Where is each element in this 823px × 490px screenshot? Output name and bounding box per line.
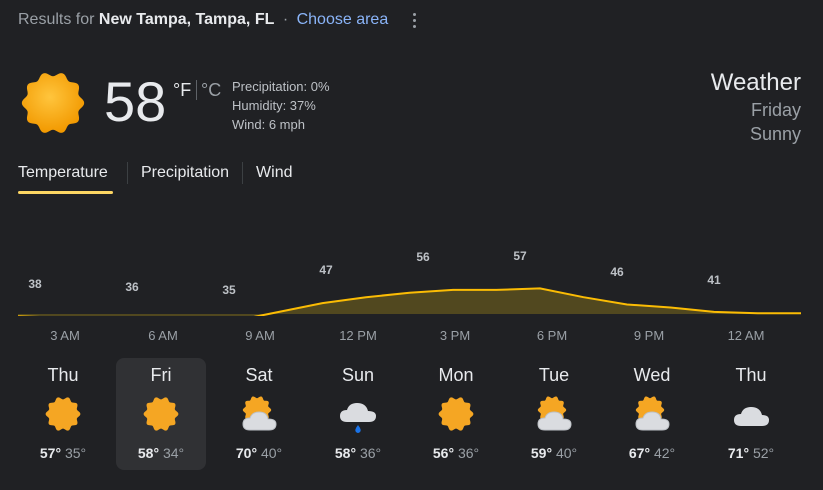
chart-data-label: 36 (125, 280, 139, 294)
unit-celsius-toggle[interactable]: °C (201, 80, 221, 101)
forecast-day-tue[interactable]: Tue 59° 40° (509, 358, 599, 470)
chart-data-label: 46 (610, 265, 624, 279)
time-label: 6 PM (536, 328, 568, 343)
day-temps: 59° 40° (509, 445, 599, 461)
time-label: 3 AM (50, 328, 80, 343)
day-temps: 56° 36° (411, 445, 501, 461)
weather-condition: Sunny (749, 124, 801, 144)
forecast-day-thu[interactable]: Thu 71° 52° (706, 358, 796, 470)
sun-icon (142, 394, 180, 434)
high-temp: 57° (39, 445, 62, 461)
precipitation-text: Precipitation: 0% (232, 79, 330, 94)
day-temps: 58° 34° (116, 445, 206, 461)
sun-icon (437, 394, 475, 434)
day-temps: 58° 36° (313, 445, 403, 461)
time-label: 9 AM (245, 328, 275, 343)
day-name: Thu (47, 365, 79, 385)
current-details: Precipitation: 0% Humidity: 37% Wind: 6 … (232, 77, 330, 134)
location-name: New Tampa, Tampa, FL (98, 11, 275, 28)
chart-data-label: 41 (707, 273, 721, 287)
high-temp: 58° (334, 445, 357, 461)
day-name: Fri (150, 365, 172, 385)
low-temp: 40° (260, 445, 283, 461)
low-temp: 40° (555, 445, 578, 461)
day-name: Thu (735, 365, 767, 385)
current-temperature: 58 (104, 70, 167, 133)
forecast-day-mon[interactable]: Mon 56° 36° (411, 358, 501, 470)
more-options-icon[interactable] (404, 8, 424, 32)
day-temps: 57° 35° (18, 445, 108, 461)
time-label: 12 PM (339, 328, 377, 343)
sun-icon (44, 394, 82, 434)
forecast-day-fri[interactable]: Fri 58° 34° (116, 358, 206, 470)
cloud-icon (732, 394, 770, 434)
chart-data-label: 57 (513, 249, 527, 263)
chart-tabs: Temperature Precipitation Wind (18, 162, 293, 194)
forecast-day-wed[interactable]: Wed 67° 42° (607, 358, 697, 470)
high-temp: 56° (432, 445, 455, 461)
day-temps: 71° 52° (706, 445, 796, 461)
high-temp: 59° (530, 445, 553, 461)
forecast-day-thu[interactable]: Thu 57° 35° (18, 358, 108, 470)
choose-area-link[interactable]: Choose area (297, 11, 389, 28)
day-name: Sat (245, 365, 273, 385)
day-temps: 67° 42° (607, 445, 697, 461)
day-name: Mon (438, 365, 474, 385)
tab-divider (127, 162, 128, 184)
chart-data-label: 47 (319, 263, 333, 277)
forecast-day-sat[interactable]: Sat 70° 40° (214, 358, 304, 470)
tab-precipitation[interactable]: Precipitation (141, 162, 229, 194)
chart-data-label: 56 (416, 250, 430, 264)
unit-divider (196, 80, 197, 100)
results-prefix: Results for (18, 11, 95, 28)
partly-cloudy-icon (633, 394, 671, 434)
chart-data-label: 38 (28, 277, 42, 291)
low-temp: 35° (64, 445, 87, 461)
tab-wind[interactable]: Wind (256, 162, 292, 194)
time-label: 12 AM (727, 328, 765, 343)
time-label: 6 AM (148, 328, 178, 343)
partly-cloudy-icon (535, 394, 573, 434)
day-name: Tue (538, 365, 570, 385)
high-temp: 58° (137, 445, 160, 461)
day-name: Sun (341, 365, 375, 385)
weather-day: Friday (750, 100, 801, 120)
humidity-text: Humidity: 37% (232, 98, 316, 113)
separator-dot: · (282, 11, 289, 28)
weather-heading: Weather (710, 69, 801, 96)
day-name: Wed (633, 365, 671, 385)
low-temp: 36° (359, 445, 382, 461)
tab-divider (242, 162, 244, 184)
low-temp: 36° (457, 445, 480, 461)
day-temps: 70° 40° (214, 445, 304, 461)
low-temp: 34° (162, 445, 185, 461)
unit-fahrenheit-toggle[interactable]: °F (173, 80, 191, 101)
sun-icon (21, 73, 85, 133)
low-temp: 42° (653, 445, 676, 461)
weather-title-block: Weather Friday Sunny (711, 68, 801, 146)
high-temp: 71° (727, 445, 750, 461)
tab-temperature[interactable]: Temperature (18, 162, 113, 194)
results-for-line: Results for New Tampa, Tampa, FL · Choos… (18, 11, 388, 29)
forecast-day-sun[interactable]: Sun 58° 36° (313, 358, 403, 470)
high-temp: 67° (628, 445, 651, 461)
chart-data-label: 35 (222, 283, 236, 297)
rain-cloud-icon (339, 394, 377, 434)
low-temp: 52° (752, 445, 775, 461)
daily-forecast: Thu 57° 35° Fri 58° 34° Sat 70° 40° Sun 58° 36°… (18, 358, 801, 470)
partly-cloudy-icon (240, 394, 278, 434)
time-label: 9 PM (633, 328, 665, 343)
temperature-chart: 38 36 35 47 56 57 46 41 (18, 249, 801, 316)
wind-text: Wind: 6 mph (232, 117, 305, 132)
time-axis: 3 AM 6 AM 9 AM 12 PM 3 PM 6 PM 9 PM 12 AM (18, 328, 801, 348)
high-temp: 70° (235, 445, 258, 461)
time-label: 3 PM (439, 328, 471, 343)
